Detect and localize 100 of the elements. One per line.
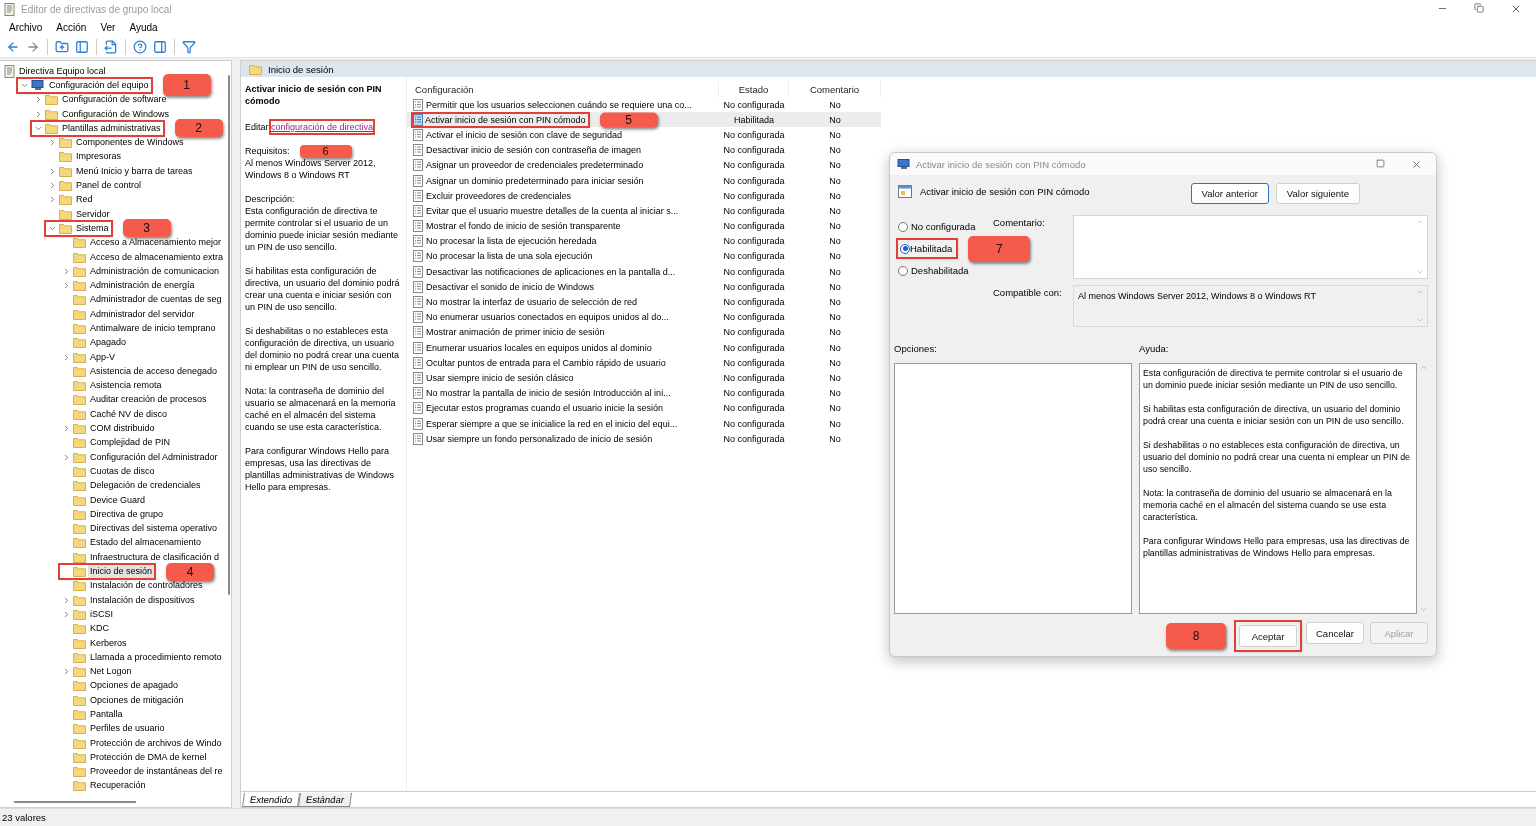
setting-name[interactable]: Excluir proveedores de credenciales	[426, 190, 572, 201]
setting-name[interactable]: No procesar la lista de ejecución heredada	[426, 236, 597, 247]
tree-item[interactable]: Panel de control	[74, 179, 144, 192]
setting-name[interactable]: Ejecutar estos programas cuando el usuario inicie la sesión	[426, 403, 664, 414]
menu-item[interactable]: Acción	[49, 21, 94, 33]
tree-item[interactable]: Auditar creación de procesos	[88, 393, 209, 407]
tree-item[interactable]: Instalación de controladores	[88, 579, 205, 593]
tree-item[interactable]: Apagado	[88, 336, 129, 350]
tree-item[interactable]: Pantalla	[88, 708, 125, 721]
column-header[interactable]: Configuración	[407, 81, 719, 97]
tree-item[interactable]: Red	[74, 193, 95, 207]
setting-name[interactable]: Desactivar las notificaciones de aplicaciones en la pantalla d...	[426, 266, 676, 277]
tree-item[interactable]: Protección de DMA de kernel	[88, 750, 209, 764]
maximize-icon[interactable]	[1376, 158, 1385, 168]
setting-name[interactable]: Desactivar inicio de sesión con contraseña de imagen	[426, 145, 642, 156]
tree-item[interactable]: Directiva Equipo local	[17, 64, 108, 78]
tree-item[interactable]: Plantillas administrativas	[60, 121, 163, 135]
tree-item[interactable]: Menú Inicio y barra de tareas	[74, 164, 195, 178]
tree-item[interactable]: Configuración del equipo	[47, 78, 151, 92]
setting-name[interactable]: No mostrar la interfaz de usuario de selección de red	[426, 297, 638, 308]
tree-item[interactable]: Administración de comunicacion	[88, 264, 222, 278]
tree-item[interactable]: Device Guard	[88, 493, 148, 507]
tree-item[interactable]: Directivas del sistema operativo	[88, 522, 220, 536]
setting-name[interactable]: Activar inicio de sesión con PIN cómodo	[423, 114, 588, 125]
dialog-button[interactable]: Aceptar	[1239, 625, 1297, 647]
setting-name[interactable]: Asignar un proveedor de credenciales predeterminado	[426, 160, 644, 171]
tree-item[interactable]: Administrador de cuentas de seg	[88, 293, 224, 307]
close-icon[interactable]	[1411, 158, 1422, 170]
tree-item[interactable]: Inicio de sesión	[88, 565, 155, 579]
setting-name[interactable]: Permitir que los usuarios seleccionen cuándo se requiere una co...	[426, 99, 692, 110]
dialog-button[interactable]: Cancelar	[1306, 622, 1364, 644]
tree-item[interactable]: KDC	[88, 622, 111, 636]
close-icon[interactable]	[1510, 3, 1522, 15]
tree-item[interactable]: Sistema	[74, 221, 111, 235]
column-header[interactable]: Estado	[719, 81, 789, 97]
policy-link[interactable]: configuración de directiva	[271, 121, 374, 133]
tree-item[interactable]: Protección de archivos de Windo	[88, 736, 224, 750]
tree-item[interactable]: Acceso de almacenamiento extra	[88, 250, 226, 264]
tree-item[interactable]: Asistencia de acceso denegado	[88, 364, 220, 378]
view-tab[interactable]: Extendido	[242, 793, 301, 807]
radio-button[interactable]	[898, 221, 908, 232]
tree-item[interactable]: iSCSI	[88, 607, 115, 621]
radio-label[interactable]: No configurada	[911, 221, 976, 232]
tree-item[interactable]: Antimalware de inicio temprano	[88, 322, 218, 335]
tree-item[interactable]: Directiva de grupo	[88, 507, 166, 521]
menu-item[interactable]: Ayuda	[122, 21, 165, 33]
tree-item[interactable]: Net Logon	[88, 665, 134, 679]
setting-name[interactable]: Enumerar usuarios locales en equipos unidos al dominio	[426, 342, 652, 353]
setting-name[interactable]: Evitar que el usuario muestre detalles de la cuenta al iniciar s...	[426, 205, 679, 216]
tree-item[interactable]: Opciones de mitigación	[88, 693, 186, 707]
tree-item[interactable]: Delegación de credenciales	[88, 479, 203, 493]
radio-button[interactable]	[898, 265, 908, 276]
tree-item[interactable]: Configuración del Administrador	[88, 450, 220, 464]
setting-name[interactable]: Ocultar puntos de entrada para el Cambio rápido de usuario	[426, 357, 666, 368]
setting-name[interactable]: Activar el inicio de sesión con clave de seguridad	[426, 129, 623, 140]
setting-name[interactable]: Desactivar el sonido de inicio de Windows	[426, 281, 595, 292]
menu-item[interactable]: Ver	[93, 21, 123, 33]
tree-item[interactable]: Administración de energía	[88, 279, 197, 293]
setting-name[interactable]: No procesar la lista de una sola ejecución	[426, 251, 593, 262]
setting-name[interactable]: No enumerar usuarios conectados en equipos unidos al do...	[426, 312, 669, 323]
tree-item[interactable]: Caché NV de disco	[88, 407, 170, 421]
radio-button[interactable]	[900, 243, 910, 254]
scrollbar[interactable]	[14, 801, 136, 803]
restore-icon[interactable]	[1474, 3, 1484, 13]
tree-item[interactable]: Llamada a procedimiento remoto	[88, 650, 224, 664]
tree-item[interactable]: App-V	[88, 350, 117, 364]
setting-name[interactable]: Asignar un dominio predeterminado para iniciar sesión	[426, 175, 644, 186]
tree-item[interactable]: Instalación de dispositivos	[88, 593, 197, 607]
setting-name[interactable]: Esperar siempre a que se inicialice la red en el inicio del equi...	[426, 418, 678, 429]
setting-name[interactable]: No mostrar la pantalla de inicio de sesión Introducción al ini...	[426, 388, 671, 399]
tree-item[interactable]: Componentes de Windows	[74, 136, 186, 150]
tree-item[interactable]: Complejidad de PIN	[88, 436, 173, 450]
tree-item[interactable]: Administrador del servidor	[88, 307, 197, 321]
view-tab[interactable]: Estándar	[298, 793, 353, 807]
setting-name[interactable]: Usar siempre un fondo personalizado de inicio de sesión	[426, 433, 653, 444]
tree-item[interactable]: Cuotas de disco	[88, 464, 157, 478]
tree-item[interactable]: Impresoras	[74, 150, 123, 164]
radio-label[interactable]: Deshabilitada	[911, 265, 969, 276]
comment-field[interactable]	[1073, 215, 1428, 279]
scrollbar[interactable]	[228, 75, 230, 595]
tree-item[interactable]: Proveedor de instantáneas del re	[88, 765, 225, 779]
setting-name[interactable]: Mostrar animación de primer inicio de sesión	[426, 327, 605, 338]
tree-item[interactable]: Configuración de Windows	[60, 107, 172, 121]
tree-item[interactable]: Asistencia remota	[88, 379, 164, 393]
radio-label[interactable]: Habilitada	[910, 243, 953, 254]
tree-item[interactable]: Recuperación	[88, 779, 148, 793]
tree-item[interactable]: Kerberos	[88, 636, 129, 650]
setting-name[interactable]: Mostrar el fondo de inicio de sesión transparente	[426, 221, 621, 232]
tree-item[interactable]: Estado del almacenamiento	[88, 536, 204, 550]
tree-item[interactable]: COM distribuido	[88, 422, 157, 436]
column-header[interactable]: Comentario	[789, 81, 881, 97]
setting-name[interactable]: Usar siempre inicio de sesión clásico	[426, 372, 574, 383]
tree-item[interactable]: Infraestructura de clasificación d	[88, 550, 222, 564]
nav-button[interactable]: Valor siguiente	[1275, 183, 1360, 204]
tree-item[interactable]: Acceso a Almacenamiento mejor	[88, 236, 224, 250]
nav-button[interactable]: Valor anterior	[1190, 183, 1269, 204]
tree-item[interactable]: Opciones de apagado	[88, 679, 181, 693]
menu-item[interactable]: Archivo	[2, 21, 50, 33]
tree-item[interactable]: Servidor	[74, 207, 112, 221]
tree-item[interactable]: Perfiles de usuario	[88, 722, 167, 736]
